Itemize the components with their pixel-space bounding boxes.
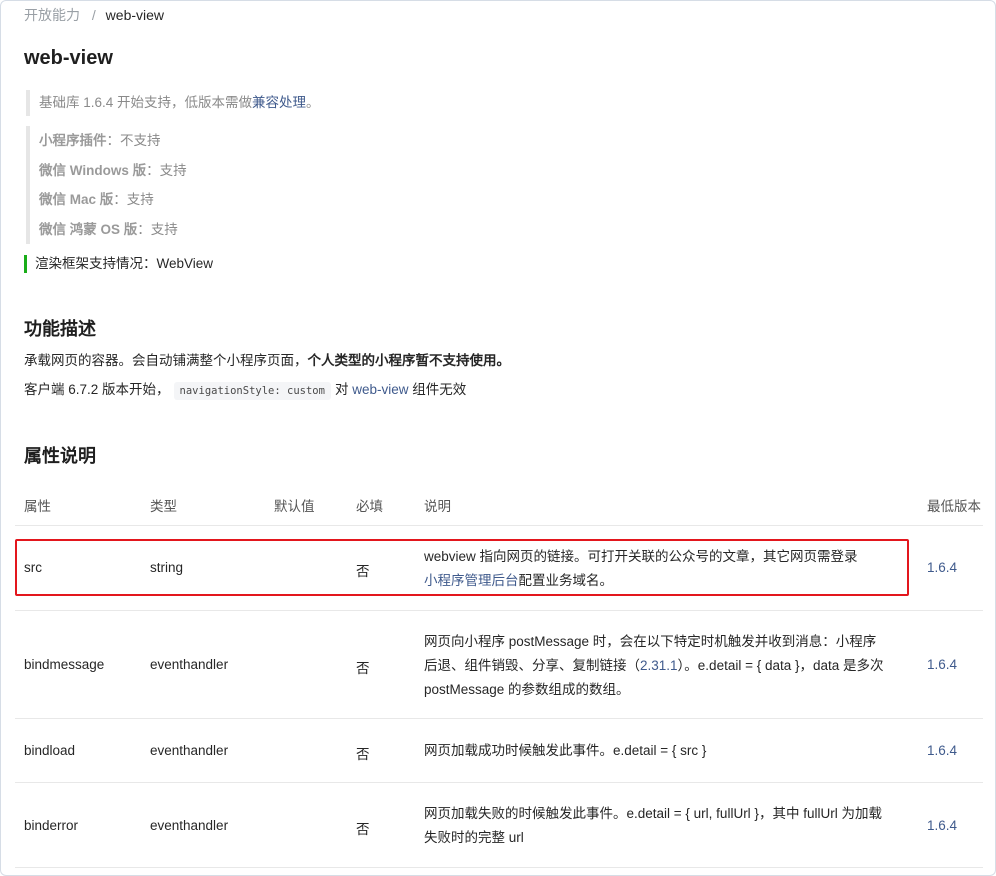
breadcrumb: 开放能力 / web-view (24, 5, 164, 25)
support-value: ：支持 (113, 192, 154, 208)
description-line-2: 客户端 6.7.2 版本开始， navigationStyle: custom 对 … (24, 380, 466, 401)
cell-version-link[interactable]: 1.6.4 (927, 560, 957, 575)
cell-version-link[interactable]: 1.6.4 (927, 743, 957, 758)
breadcrumb-current: web-view (105, 7, 165, 23)
cell-attr: bindmessage (24, 657, 105, 672)
table-divider (15, 782, 983, 783)
cell-description: 网页加载成功时候触发此事件。e.detail = { src } (424, 739, 884, 763)
description-line-1: 承载网页的容器。会自动铺满整个小程序页面，个人类型的小程序暂不支持使用。 (24, 351, 510, 371)
section-heading-description: 功能描述 (24, 319, 96, 339)
support-label: 微信 Mac 版 (39, 192, 114, 208)
table-divider (15, 867, 983, 868)
support-row-windows: 微信 Windows 版：支持 (39, 156, 187, 186)
support-row-harmony: 微信 鸿蒙 OS 版：支持 (39, 215, 187, 245)
description-text: 对 (334, 382, 349, 397)
document-frame: 开放能力 / web-view web-view 基础库 1.6.4 开始支持，… (0, 0, 996, 876)
column-header-attr: 属性 (24, 499, 51, 514)
support-label: 小程序插件 (39, 133, 107, 148)
base-lib-text: 基础库 1.6.4 开始支持，低版本需做 (39, 95, 253, 110)
inline-code: navigationStyle: custom (173, 382, 331, 400)
cell-required: 否 (356, 747, 370, 762)
platform-support: 小程序插件：不支持 微信 Windows 版：支持 微信 Mac 版：支持 微信… (26, 126, 187, 245)
cell-description: 网页加载失败的时候触发此事件。e.detail = { url, fullUrl… (424, 802, 884, 850)
support-value: ：不支持 (106, 133, 161, 148)
compat-link[interactable]: 兼容处理 (252, 95, 306, 110)
section-heading-attributes: 属性说明 (24, 446, 96, 466)
description-text: 组件无效 (412, 382, 467, 397)
support-value: ：支持 (146, 162, 187, 178)
cell-attr: bindload (24, 743, 76, 758)
description-text: 客户端 6.7.2 版本开始， (24, 382, 170, 397)
cell-required: 否 (356, 661, 370, 676)
base-lib-suffix: 。 (306, 95, 320, 110)
cell-type: eventhandler (150, 818, 229, 833)
cell-required: 否 (356, 822, 370, 837)
description-text: 承载网页的容器。会自动铺满整个小程序页面， (24, 353, 308, 368)
support-value: ：支持 (137, 221, 178, 237)
description-text: 网页加载成功时候触发此事件。e.detail = { src } (424, 743, 707, 758)
breadcrumb-separator: / (91, 7, 96, 23)
column-header-description: 说明 (424, 499, 451, 514)
render-framework-note: 渲染框架支持情况：WebView (24, 255, 213, 273)
column-header-required: 必填 (356, 499, 383, 514)
column-header-min-version: 最低版本 (927, 499, 981, 514)
cell-version-link[interactable]: 1.6.4 (927, 818, 957, 833)
table-divider (15, 610, 983, 611)
breadcrumb-parent[interactable]: 开放能力 (24, 7, 80, 23)
column-header-type: 类型 (150, 499, 177, 514)
support-row-plugin: 小程序插件：不支持 (39, 126, 187, 156)
cell-version-link[interactable]: 1.6.4 (927, 657, 957, 672)
support-label: 微信 鸿蒙 OS 版 (39, 221, 138, 237)
cell-attr: binderror (24, 818, 79, 833)
column-header-default: 默认值 (274, 499, 315, 514)
highlight-box (15, 539, 909, 596)
table-divider (15, 718, 983, 719)
table-divider (15, 525, 983, 526)
support-label: 微信 Windows 版 (39, 162, 147, 178)
description-text: 网页加载失败的时候触发此事件。e.detail = { url, fullUrl… (424, 806, 882, 845)
support-row-mac: 微信 Mac 版：支持 (39, 185, 187, 215)
version-link[interactable]: 2.31.1 (640, 658, 678, 673)
page-title: web-view (24, 47, 113, 69)
description-bold: 个人类型的小程序暂不支持使用。 (307, 353, 511, 368)
cell-type: eventhandler (150, 657, 229, 672)
cell-type: eventhandler (150, 743, 229, 758)
base-lib-note: 基础库 1.6.4 开始支持，低版本需做兼容处理。 (26, 90, 320, 116)
cell-description: 网页向小程序 postMessage 时，会在以下特定时机触发并收到消息：小程序… (424, 630, 884, 702)
web-view-link[interactable]: web-view (352, 382, 408, 397)
